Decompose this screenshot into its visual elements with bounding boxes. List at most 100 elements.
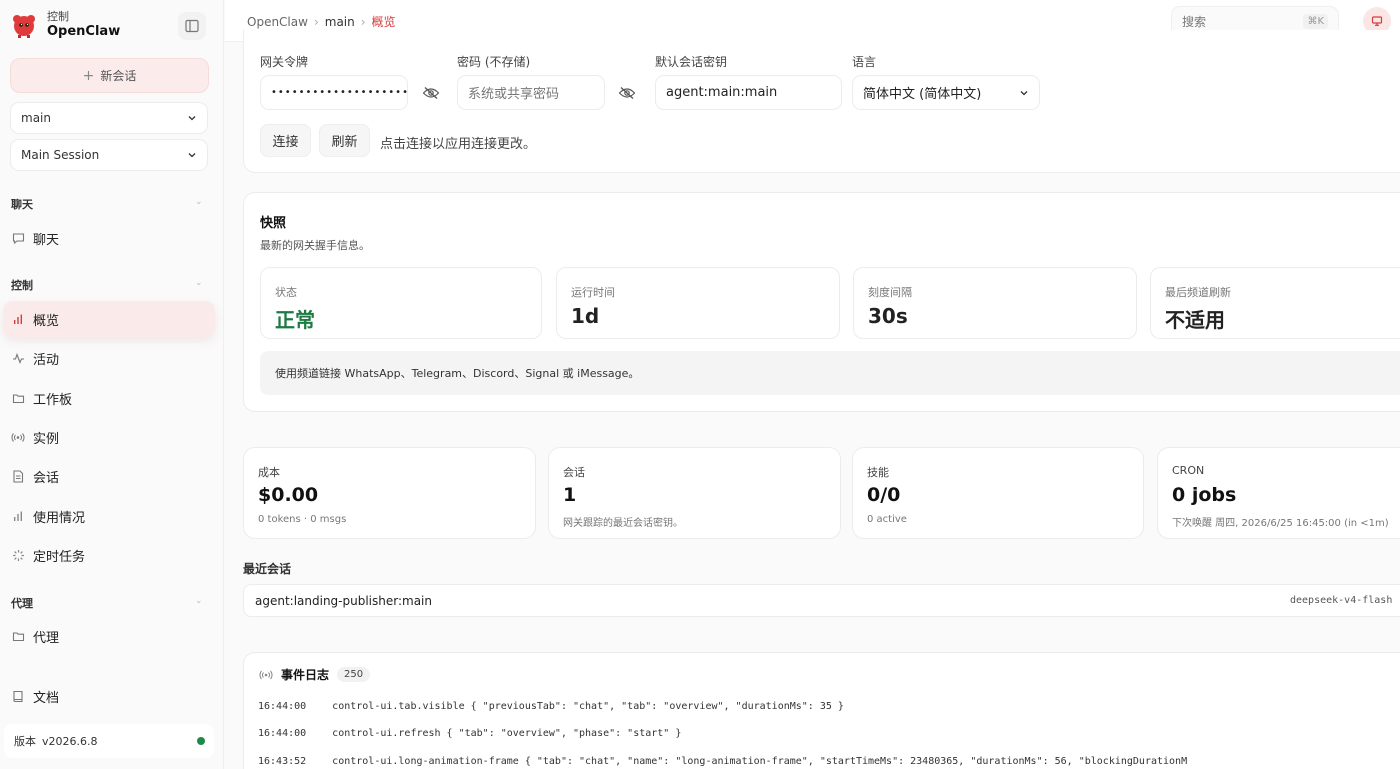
breadcrumb-agent[interactable]: main — [325, 15, 355, 29]
snapshot-card: 快照 最新的网关握手信息。 状态 正常 运行时间 1d 刻度间隔 30s 最后频… — [243, 192, 1400, 412]
sidebar-item-workboard[interactable]: 工作板 — [3, 380, 215, 416]
refresh-button[interactable]: 刷新 — [319, 124, 370, 157]
connection-status-dot — [197, 737, 205, 745]
sidebar: 控制 OpenClaw + 新会话 main Main Session 聊天 ⌄… — [0, 0, 224, 769]
sidebar-item-sessions[interactable]: 会话 — [3, 458, 215, 494]
metric-label: 会话 — [563, 466, 585, 479]
stat-value: 30s — [868, 304, 908, 328]
metric-value: 0/0 — [867, 484, 901, 506]
stat-value: 不适用 — [1165, 308, 1225, 332]
version-label: 版本 — [14, 735, 36, 748]
metric-cost: 成本 $0.00 0 tokens · 0 msgs — [243, 447, 536, 539]
sidebar-item-label: 定时任务 — [33, 549, 86, 565]
event-text: control-ui.tab.visible { "previousTab": … — [332, 701, 844, 712]
bar-chart-icon — [11, 312, 25, 326]
session-select-value: Main Session — [21, 148, 100, 162]
section-label-control: 控制 — [11, 279, 33, 292]
language-label: 语言 — [852, 55, 877, 69]
event-text: control-ui.long-animation-frame { "tab":… — [332, 756, 1188, 767]
recent-session-row[interactable]: agent:landing-publisher:main deepseek-v4… — [243, 584, 1400, 617]
loader-icon — [11, 548, 25, 562]
brand-name: OpenClaw — [47, 24, 121, 39]
language-select[interactable]: 简体中文 (简体中文) — [852, 75, 1040, 110]
sidebar-item-label: 文档 — [33, 690, 60, 706]
message-icon — [11, 231, 25, 245]
sidebar-item-label: 聊天 — [33, 232, 60, 248]
session-key-field[interactable]: agent:main:main — [655, 75, 842, 110]
snapshot-title: 快照 — [260, 216, 287, 231]
sidebar-item-label: 代理 — [33, 630, 60, 646]
event-log-row: 16:44:00 control-ui.tab.visible { "previ… — [258, 701, 844, 712]
recent-session-model: deepseek-v4-flash — [1290, 595, 1393, 606]
sidebar-item-label: 使用情况 — [33, 510, 86, 526]
token-field[interactable]: •••••••••••••••••••••••••••••••• — [260, 75, 408, 110]
stat-tick-interval: 刻度间隔 30s — [853, 267, 1137, 339]
password-field[interactable]: 系统或共享密码 — [457, 75, 605, 110]
metric-value: 1 — [563, 484, 577, 506]
broadcast-icon — [11, 430, 25, 444]
section-label-agents: 代理 — [11, 597, 33, 610]
sidebar-item-label: 活动 — [33, 352, 60, 368]
connect-button[interactable]: 连接 — [260, 124, 311, 157]
breadcrumb-root[interactable]: OpenClaw — [247, 15, 308, 29]
activity-icon — [11, 351, 25, 365]
version-value: v2026.6.8 — [42, 734, 98, 748]
stat-label: 状态 — [275, 286, 297, 299]
sidebar-item-label: 实例 — [33, 431, 60, 447]
sidebar-item-label: 概览 — [33, 313, 60, 329]
stat-last-channel-refresh: 最后频道刷新 不适用 — [1150, 267, 1400, 339]
new-session-button[interactable]: + 新会话 — [10, 58, 209, 93]
stat-value: 1d — [571, 304, 600, 328]
event-log-title: 事件日志 — [281, 668, 330, 682]
session-select[interactable]: Main Session — [10, 139, 208, 171]
metric-value: 0 jobs — [1172, 484, 1237, 506]
connection-hint: 点击连接以应用连接更改。 — [380, 137, 537, 152]
sidebar-item-agents[interactable]: 代理 — [3, 618, 215, 654]
collapse-sidebar-button[interactable] — [178, 12, 206, 40]
chevron-down-icon[interactable]: ⌄ — [195, 596, 203, 606]
chevron-down-icon — [188, 116, 196, 121]
stat-label: 最后频道刷新 — [1165, 286, 1231, 299]
metric-sub: 0 tokens · 0 msgs — [258, 514, 347, 525]
version-badge: 版本 v2026.6.8 — [4, 724, 214, 758]
breadcrumb: OpenClaw › main › 概览 — [247, 13, 396, 30]
metric-sub: 0 active — [867, 514, 907, 525]
metric-label: 技能 — [867, 466, 889, 479]
event-time: 16:44:00 — [258, 701, 307, 712]
sidebar-item-instances[interactable]: 实例 — [3, 419, 215, 455]
brand: 控制 OpenClaw — [10, 10, 120, 40]
chevron-down-icon[interactable]: ⌄ — [195, 278, 203, 288]
sidebar-item-docs[interactable]: 文档 — [3, 678, 215, 714]
metric-sub: 下次唤醒 周四, 2026/6/25 16:45:00 (in <1m) — [1172, 518, 1389, 529]
event-text: control-ui.refresh { "tab": "overview", … — [332, 728, 682, 739]
breadcrumb-current: 概览 — [371, 15, 396, 29]
toggle-token-visibility-button[interactable] — [416, 75, 446, 110]
agent-select[interactable]: main — [10, 102, 208, 134]
toggle-password-visibility-button[interactable] — [612, 75, 642, 110]
document-icon — [11, 469, 25, 483]
broadcast-icon — [259, 670, 273, 679]
metric-value: $0.00 — [258, 484, 319, 506]
chevron-down-icon — [1020, 90, 1028, 95]
sidebar-item-overview[interactable]: 概览 — [3, 301, 215, 337]
metric-sessions: 会话 1 网关跟踪的最近会话密钥。 — [548, 447, 841, 539]
metric-cron: CRON 0 jobs 下次唤醒 周四, 2026/6/25 16:45:00 … — [1157, 447, 1400, 539]
bar-chart-icon — [11, 509, 25, 523]
sidebar-item-usage[interactable]: 使用情况 — [3, 498, 215, 534]
sidebar-item-cron[interactable]: 定时任务 — [3, 537, 215, 573]
recent-session-key: agent:landing-publisher:main — [255, 594, 432, 608]
event-log-header: 事件日志 250 — [259, 666, 371, 683]
sidebar-item-chat[interactable]: 聊天 — [3, 220, 215, 256]
breadcrumb-separator-icon: › — [360, 14, 366, 29]
chevron-down-icon[interactable]: ⌄ — [195, 197, 203, 207]
sidebar-item-activity[interactable]: 活动 — [3, 340, 215, 376]
sidebar-toggle-icon — [185, 19, 199, 33]
stat-status: 状态 正常 — [260, 267, 542, 339]
stat-value: 正常 — [275, 308, 315, 332]
metric-sub: 网关跟踪的最近会话密钥。 — [563, 518, 683, 529]
search-shortcut: ⌘K — [1303, 13, 1328, 29]
metric-label: 成本 — [258, 466, 280, 479]
sidebar-item-label: 工作板 — [33, 392, 73, 408]
language-select-value: 简体中文 (简体中文) — [863, 87, 982, 102]
event-count-badge: 250 — [337, 667, 371, 682]
